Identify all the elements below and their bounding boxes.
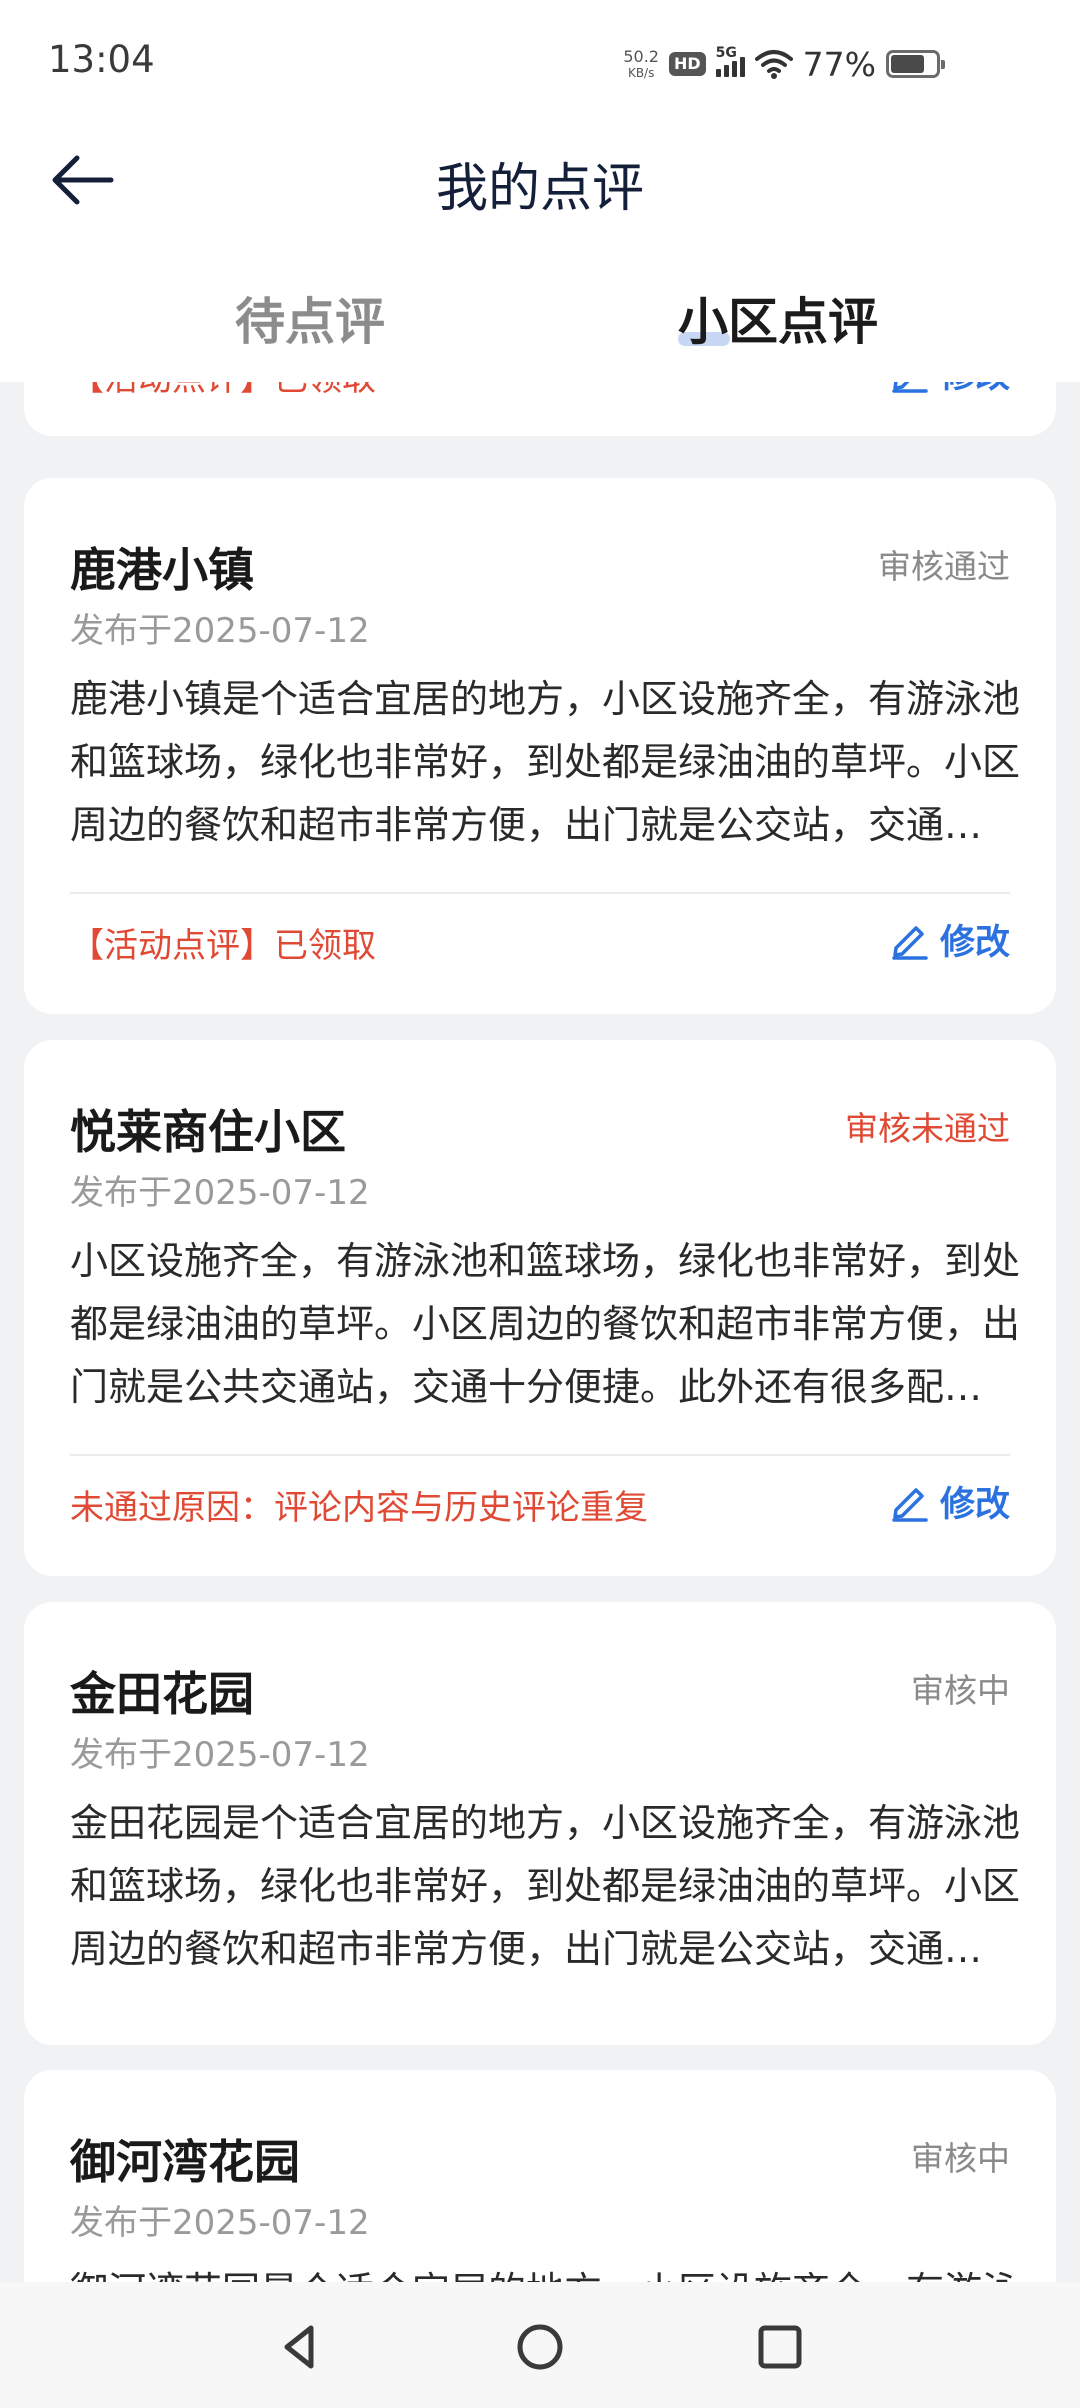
reward-status: 【活动点评】已领取	[70, 926, 376, 966]
review-text: 小区设施齐全，有游泳池和篮球场，绿化也非常好，到处都是绿油油的草坪。小区周边的餐…	[70, 1239, 1020, 1409]
review-card: 【活动点评】已领取 修改	[24, 382, 1056, 436]
divider	[70, 892, 1010, 894]
network-speed-unit: KB/s	[627, 66, 655, 80]
edit-button[interactable]: 修改	[890, 914, 1010, 965]
network-speed-value: 50.2	[623, 47, 659, 66]
nav-bar: 我的点评	[0, 120, 1080, 240]
review-text: 鹿港小镇是个适合宜居的地方，小区设施齐全，有游泳池和篮球场，绿化也非常好，到处都…	[70, 677, 1020, 847]
review-status: 审核中	[911, 1671, 1010, 1710]
edit-label: 修改	[940, 382, 1010, 398]
circle-home-icon[interactable]	[505, 2312, 575, 2382]
pencil-icon	[892, 1487, 928, 1522]
review-status: 审核中	[911, 2139, 1010, 2178]
battery-icon	[886, 50, 945, 78]
edit-label: 修改	[939, 923, 1010, 963]
status-indicators: 50.2 KB/s HD 5G 77%	[623, 42, 945, 86]
tab-bar: 待点评 小区点评	[0, 240, 1080, 382]
community-name: 御河湾花园	[70, 2135, 300, 2189]
triangle-back-icon[interactable]	[265, 2312, 335, 2382]
square-recent-icon[interactable]	[745, 2312, 815, 2382]
review-card[interactable]: 鹿港小镇 审核通过 发布于2025-07-12 鹿港小镇是个适合宜居的地方，小区…	[24, 478, 1056, 1014]
review-card[interactable]: 御河湾花园 审核中 发布于2025-07-12 御河湾花园是个适合宜居的地方，小…	[24, 2070, 1056, 2282]
review-list[interactable]: 【活动点评】已领取 修改 鹿港小镇 审核通过 发布于2025-07-12 鹿港小…	[0, 382, 1080, 2282]
community-name: 金田花园	[70, 1667, 254, 1721]
publish-date: 发布于2025-07-12	[70, 1173, 370, 1213]
review-text: 御河湾花园是个适合宜居的地方，小区设施齐全，有游泳池和篮球场，绿化也非常好。	[70, 2260, 1020, 2282]
review-card[interactable]: 金田花园 审核中 发布于2025-07-12 金田花园是个适合宜居的地方，小区设…	[24, 1602, 1056, 2045]
review-card[interactable]: 悦莱商住小区 审核未通过 发布于2025-07-12 小区设施齐全，有游泳池和篮…	[24, 1040, 1056, 1576]
publish-date: 发布于2025-07-12	[70, 1735, 370, 1775]
network-type: 5G	[715, 45, 737, 61]
edit-button[interactable]: 修改	[890, 382, 1010, 398]
signal-icon: 5G	[715, 45, 745, 77]
page-title: 我的点评	[435, 159, 644, 219]
tab-pending-reviews[interactable]: 待点评	[235, 282, 385, 354]
publish-date: 发布于2025-07-12	[70, 611, 370, 651]
community-name: 悦莱商住小区	[70, 1105, 346, 1159]
review-text: 金田花园是个适合宜居的地方，小区设施齐全，有游泳池和篮球场，绿化也非常好，到处都…	[70, 1801, 1020, 1971]
status-time: 13:04	[48, 38, 155, 81]
battery-percent: 77%	[802, 44, 876, 84]
edit-button[interactable]: 修改	[890, 1476, 1010, 1527]
pencil-icon	[892, 925, 928, 960]
tab-community-reviews-label: 小区点评	[678, 293, 878, 351]
hd-badge: HD	[668, 52, 706, 76]
system-nav-bar	[0, 2282, 1080, 2408]
pencil-icon	[892, 382, 928, 393]
edit-label: 修改	[939, 1485, 1010, 1525]
reward-status: 【活动点评】已领取	[70, 382, 376, 400]
rejection-reason: 未通过原因：评论内容与历史评论重复	[70, 1488, 648, 1528]
divider	[70, 1454, 1010, 1456]
status-bar: 13:04 50.2 KB/s HD 5G 77%	[0, 0, 1080, 120]
tab-community-reviews[interactable]: 小区点评	[678, 282, 878, 354]
network-speed: 50.2 KB/s	[623, 47, 659, 80]
review-status: 审核未通过	[845, 1109, 1010, 1148]
community-name: 鹿港小镇	[70, 543, 254, 597]
review-status: 审核通过	[878, 547, 1010, 586]
wifi-icon	[754, 50, 793, 79]
publish-date: 发布于2025-07-12	[70, 2203, 370, 2243]
